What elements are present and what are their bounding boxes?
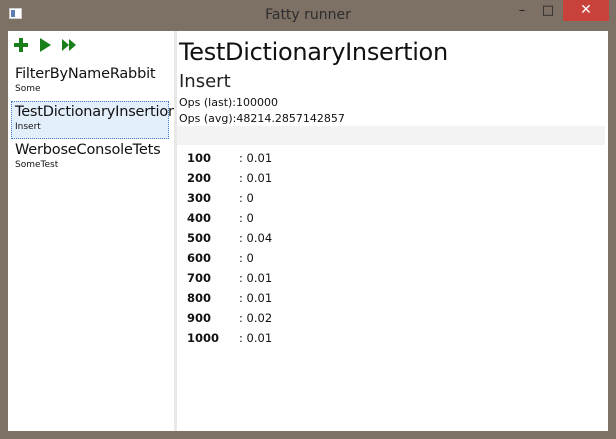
detail-title: TestDictionaryInsertion (179, 38, 448, 66)
result-value: : 0.01 (239, 171, 273, 185)
result-key: 100 (187, 151, 212, 165)
title-bar[interactable]: Fatty runner – □ ✕ (0, 0, 616, 30)
app-window: Fatty runner – □ ✕ FilterByNameRabbit So… (0, 0, 616, 439)
result-key: 800 (187, 291, 212, 305)
result-key: 600 (187, 251, 212, 265)
result-row: 400 : 0 (187, 211, 387, 231)
test-item[interactable]: WerboseConsoleTets SomeTest (11, 139, 169, 177)
result-value: : 0.01 (239, 271, 273, 285)
result-value: : 0.01 (239, 331, 273, 345)
test-item-name: TestDictionaryInsertion (15, 104, 178, 120)
ops-avg: Ops (avg):48214.2857142857 (179, 112, 345, 125)
maximize-button[interactable]: □ (535, 0, 561, 21)
result-row: 900 : 0.02 (187, 311, 387, 331)
minimize-button[interactable]: – (509, 0, 535, 21)
result-row: 800 : 0.01 (187, 291, 387, 311)
result-key: 200 (187, 171, 212, 185)
test-sidebar: FilterByNameRabbit Some TestDictionaryIn… (8, 31, 178, 431)
result-row: 100 : 0.01 (187, 151, 387, 171)
result-value: : 0 (239, 211, 254, 225)
test-item-name: FilterByNameRabbit (15, 66, 156, 82)
test-list: FilterByNameRabbit Some TestDictionaryIn… (8, 63, 178, 177)
test-item-selected[interactable]: TestDictionaryInsertion Insert (11, 101, 178, 139)
result-value: : 0 (239, 191, 254, 205)
result-key: 900 (187, 311, 212, 325)
test-item[interactable]: FilterByNameRabbit Some (11, 63, 169, 101)
result-row: 300 : 0 (187, 191, 387, 211)
result-key: 400 (187, 211, 212, 225)
test-item-subtitle: Insert (15, 122, 41, 132)
result-key: 1000 (187, 331, 220, 345)
result-value: : 0.01 (239, 151, 273, 165)
result-row: 700 : 0.01 (187, 271, 387, 291)
result-row: 200 : 0.01 (187, 171, 387, 191)
fast-forward-icon[interactable] (61, 37, 77, 53)
result-value: : 0.01 (239, 291, 273, 305)
result-key: 300 (187, 191, 212, 205)
result-row: 1000 : 0.01 (187, 331, 387, 351)
result-value: : 0 (239, 251, 254, 265)
detail-panel: TestDictionaryInsertion Insert Ops (last… (177, 31, 608, 431)
test-item-subtitle: Some (15, 84, 41, 94)
client-area: FilterByNameRabbit Some TestDictionaryIn… (8, 31, 608, 431)
result-key: 700 (187, 271, 212, 285)
test-item-name: WerboseConsoleTets (15, 142, 161, 158)
header-band (177, 126, 605, 145)
detail-subtitle: Insert (179, 71, 231, 92)
result-value: : 0.02 (239, 311, 273, 325)
close-button[interactable]: ✕ (563, 0, 609, 21)
result-key: 500 (187, 231, 212, 245)
results-table: 100 : 0.01 200 : 0.01 300 : 0 400 : 0 500 : 0… (187, 151, 387, 351)
test-item-subtitle: SomeTest (15, 160, 59, 170)
result-value: : 0.04 (239, 231, 273, 245)
ops-last: Ops (last):100000 (179, 96, 278, 109)
play-icon[interactable] (37, 37, 53, 53)
result-row: 600 : 0 (187, 251, 387, 271)
result-row: 500 : 0.04 (187, 231, 387, 251)
add-icon[interactable] (13, 37, 29, 53)
